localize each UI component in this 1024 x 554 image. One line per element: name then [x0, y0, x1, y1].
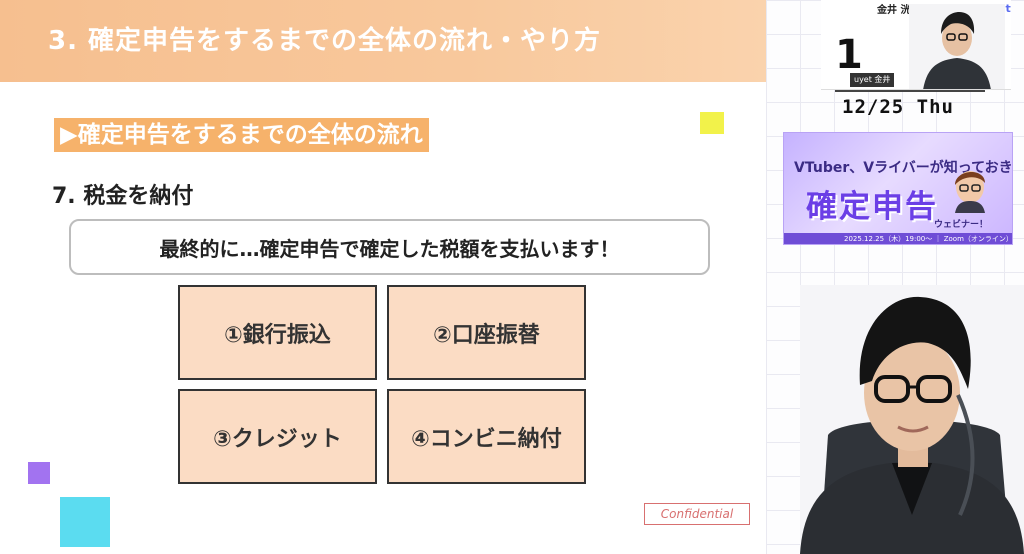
camera-name-tag: uyet 金井 [850, 73, 895, 87]
event-banner: VTuber、Vライバーが知っておきたい 確定申告 ウェビナー！ 2025.12… [783, 132, 1013, 245]
banner-main-title: 確定申告 [806, 189, 938, 225]
presentation-slide: 3. 確定申告をするまでの全体の流れ・やり方 ▶確定申告をするまでの全体の流れ … [0, 0, 766, 554]
callout-box: 最終的に…確定申告で確定した税額を支払います！ [69, 219, 710, 275]
confidential-label: Confidential [644, 503, 750, 525]
camera-person-image [909, 4, 1005, 89]
decorative-yellow-square [700, 112, 724, 134]
decorative-purple-square [28, 462, 50, 484]
payment-method-bank-transfer: ①銀行振込 [178, 285, 377, 380]
payment-method-convenience-store: ④コンビニ納付 [387, 389, 586, 484]
camera-divider-line [835, 90, 985, 92]
payment-method-credit-card: ③クレジット [178, 389, 377, 484]
slide-header-bar: 3. 確定申告をするまでの全体の流れ・やり方 [0, 0, 766, 82]
slide-header-title: 3. 確定申告をするまでの全体の流れ・やり方 [48, 26, 602, 56]
event-date: 12/25 Thu [842, 96, 954, 118]
avatar-character-icon [955, 171, 985, 213]
banner-subtitle: ウェビナー！ [934, 220, 989, 230]
decorative-cyan-square [60, 497, 110, 547]
step-label: 7. 税金を納付 [52, 184, 194, 209]
payment-method-account-transfer: ②口座振替 [387, 285, 586, 380]
speaker-camera-feed [800, 285, 1024, 554]
top-camera-feed: 1 金井 洸樹 uyet uyet 金井 [821, 0, 1011, 90]
section-title-banner: ▶確定申告をするまでの全体の流れ [54, 118, 429, 152]
camera-big-number: 1 [835, 32, 863, 78]
banner-event-details: 2025.12.25（木）19:00〜 ｜ Zoom（オンライン） [844, 235, 1013, 243]
